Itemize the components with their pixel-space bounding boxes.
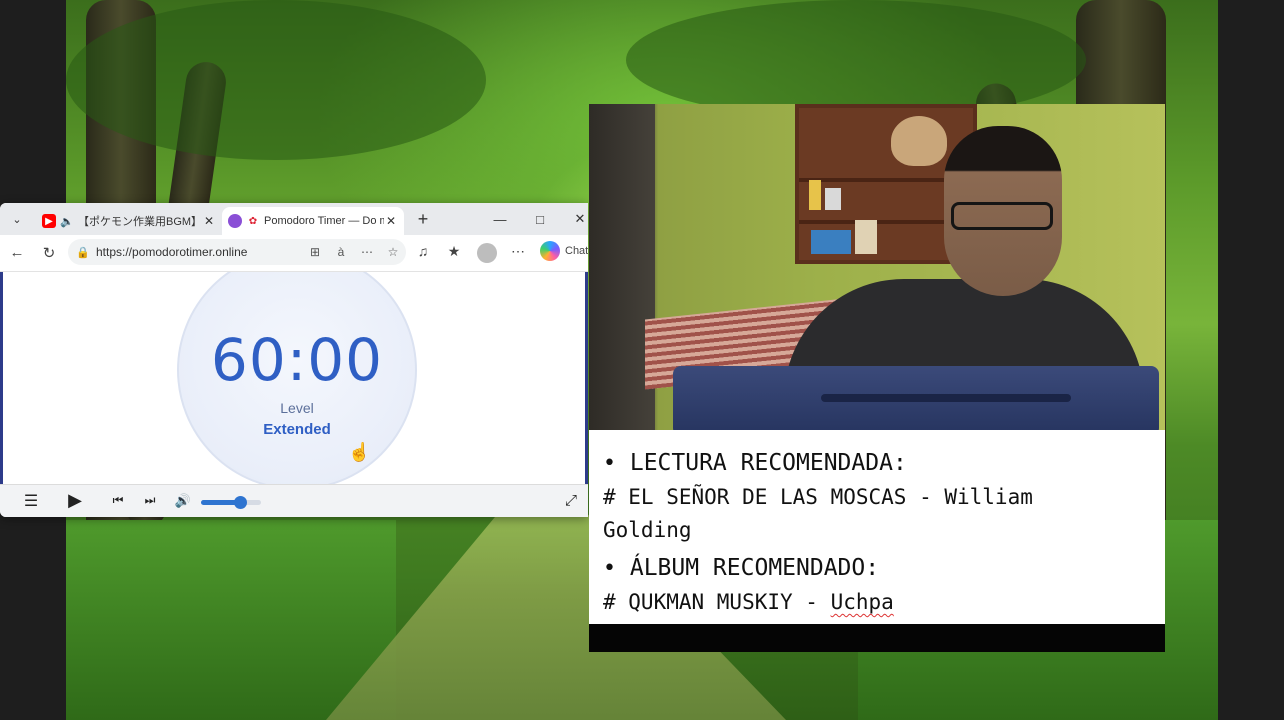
- tab-title: Pomodoro Timer — Do m: [264, 215, 384, 227]
- timer-page: 60:00 Level Extended ☝: [0, 272, 588, 484]
- video-bottom-bar: [589, 624, 1165, 652]
- menu-icon[interactable]: ☰: [19, 491, 43, 511]
- fullscreen-icon[interactable]: ⤢: [559, 492, 583, 509]
- favorite-star-icon[interactable]: ☆: [380, 245, 406, 259]
- close-tab-icon[interactable]: ✕: [384, 214, 398, 228]
- media-player-bar: ☰ ▶ ⏮ ⏭ 🔊 ⤢: [0, 484, 588, 517]
- bullet-icon: •: [603, 556, 616, 581]
- reading-heading-line: • LECTURA RECOMENDADA:: [603, 446, 1165, 481]
- level-label: Level: [280, 400, 314, 416]
- back-icon[interactable]: ←: [2, 244, 32, 261]
- album-heading-line: • ÁLBUM RECOMENDADO:: [603, 551, 1165, 586]
- hand-cursor-icon: ☝: [348, 442, 371, 462]
- more-options-icon[interactable]: ⋯: [507, 243, 529, 260]
- album-title: # QUKMAN MUSKIY -: [603, 590, 831, 614]
- refresh-icon[interactable]: ↻: [34, 244, 64, 262]
- reading-title-line1: # EL SEÑOR DE LAS MOSCAS - William: [603, 485, 1033, 509]
- media-control-icon[interactable]: ♫: [412, 243, 434, 259]
- tab-bar: ⌄ ▶ 🔈 【ポケモン作業用BGM】楽た ✕ ✿ Pomodoro Timer …: [0, 203, 588, 235]
- app-available-icon[interactable]: ⊞: [302, 245, 328, 259]
- tab-pomodoro[interactable]: ✿ Pomodoro Timer — Do m ✕: [222, 207, 404, 235]
- next-track-icon[interactable]: ⏭: [138, 493, 162, 508]
- album-heading: ÁLBUM RECOMENDADO:: [629, 555, 880, 581]
- minimize-icon[interactable]: —: [480, 203, 520, 235]
- volume-icon[interactable]: 🔊: [171, 493, 195, 509]
- tab-title: 【ポケモン作業用BGM】楽た: [78, 216, 202, 228]
- reading-title-line2: Golding: [603, 518, 692, 542]
- tomato-icon: ✿: [248, 215, 258, 227]
- browser-window: ⌄ ▶ 🔈 【ポケモン作業用BGM】楽た ✕ ✿ Pomodoro Timer …: [0, 203, 588, 517]
- lock-icon[interactable]: 🔒: [74, 246, 92, 259]
- recommendations-panel: • LECTURA RECOMENDADA: # EL SEÑOR DE LAS…: [589, 430, 1165, 624]
- url-text: https://pomodorotimer.online: [96, 245, 248, 259]
- youtube-icon: ▶: [42, 214, 56, 228]
- new-tab-icon[interactable]: +: [410, 206, 436, 232]
- avatar[interactable]: [477, 243, 497, 263]
- reading-heading: LECTURA RECOMENDADA:: [629, 450, 907, 476]
- pomodoro-icon: [228, 214, 242, 228]
- album-title-line: # QUKMAN MUSKIY - Uchpa: [603, 586, 1165, 619]
- webcam-video: [589, 104, 1165, 430]
- close-window-icon[interactable]: ✕: [560, 203, 588, 235]
- play-icon[interactable]: ▶: [63, 490, 87, 511]
- address-bar: ← ↻ 🔒 https://pomodorotimer.online ⊞ à ⋯…: [0, 235, 588, 272]
- translate-icon[interactable]: à: [328, 245, 354, 259]
- previous-track-icon[interactable]: ⏮: [106, 493, 130, 508]
- url-field[interactable]: 🔒 https://pomodorotimer.online ⊞ à ⋯ ☆: [68, 239, 406, 265]
- album-artist: Uchpa: [830, 590, 894, 614]
- copilot-icon: [540, 241, 560, 261]
- copilot-label: Chat: [565, 245, 588, 257]
- bullet-icon: •: [603, 451, 616, 476]
- maximize-icon[interactable]: □: [520, 203, 560, 235]
- volume-knob[interactable]: [234, 496, 247, 509]
- tab-list-chevron-icon[interactable]: ⌄: [6, 208, 28, 230]
- level-value[interactable]: Extended: [179, 421, 415, 438]
- volume-slider[interactable]: [201, 496, 261, 509]
- timer-dial[interactable]: 60:00 Level Extended: [177, 272, 417, 484]
- close-tab-icon[interactable]: ✕: [202, 214, 216, 228]
- favorites-icon[interactable]: ★: [443, 243, 465, 260]
- timer-display: 60:00: [210, 326, 384, 394]
- copilot-button[interactable]: Chat: [540, 241, 588, 261]
- tab-youtube[interactable]: ▶ 🔈 【ポケモン作業用BGM】楽た ✕: [36, 207, 222, 235]
- more-tools-icon[interactable]: ⋯: [354, 245, 380, 259]
- speaker-icon[interactable]: 🔈: [60, 214, 74, 228]
